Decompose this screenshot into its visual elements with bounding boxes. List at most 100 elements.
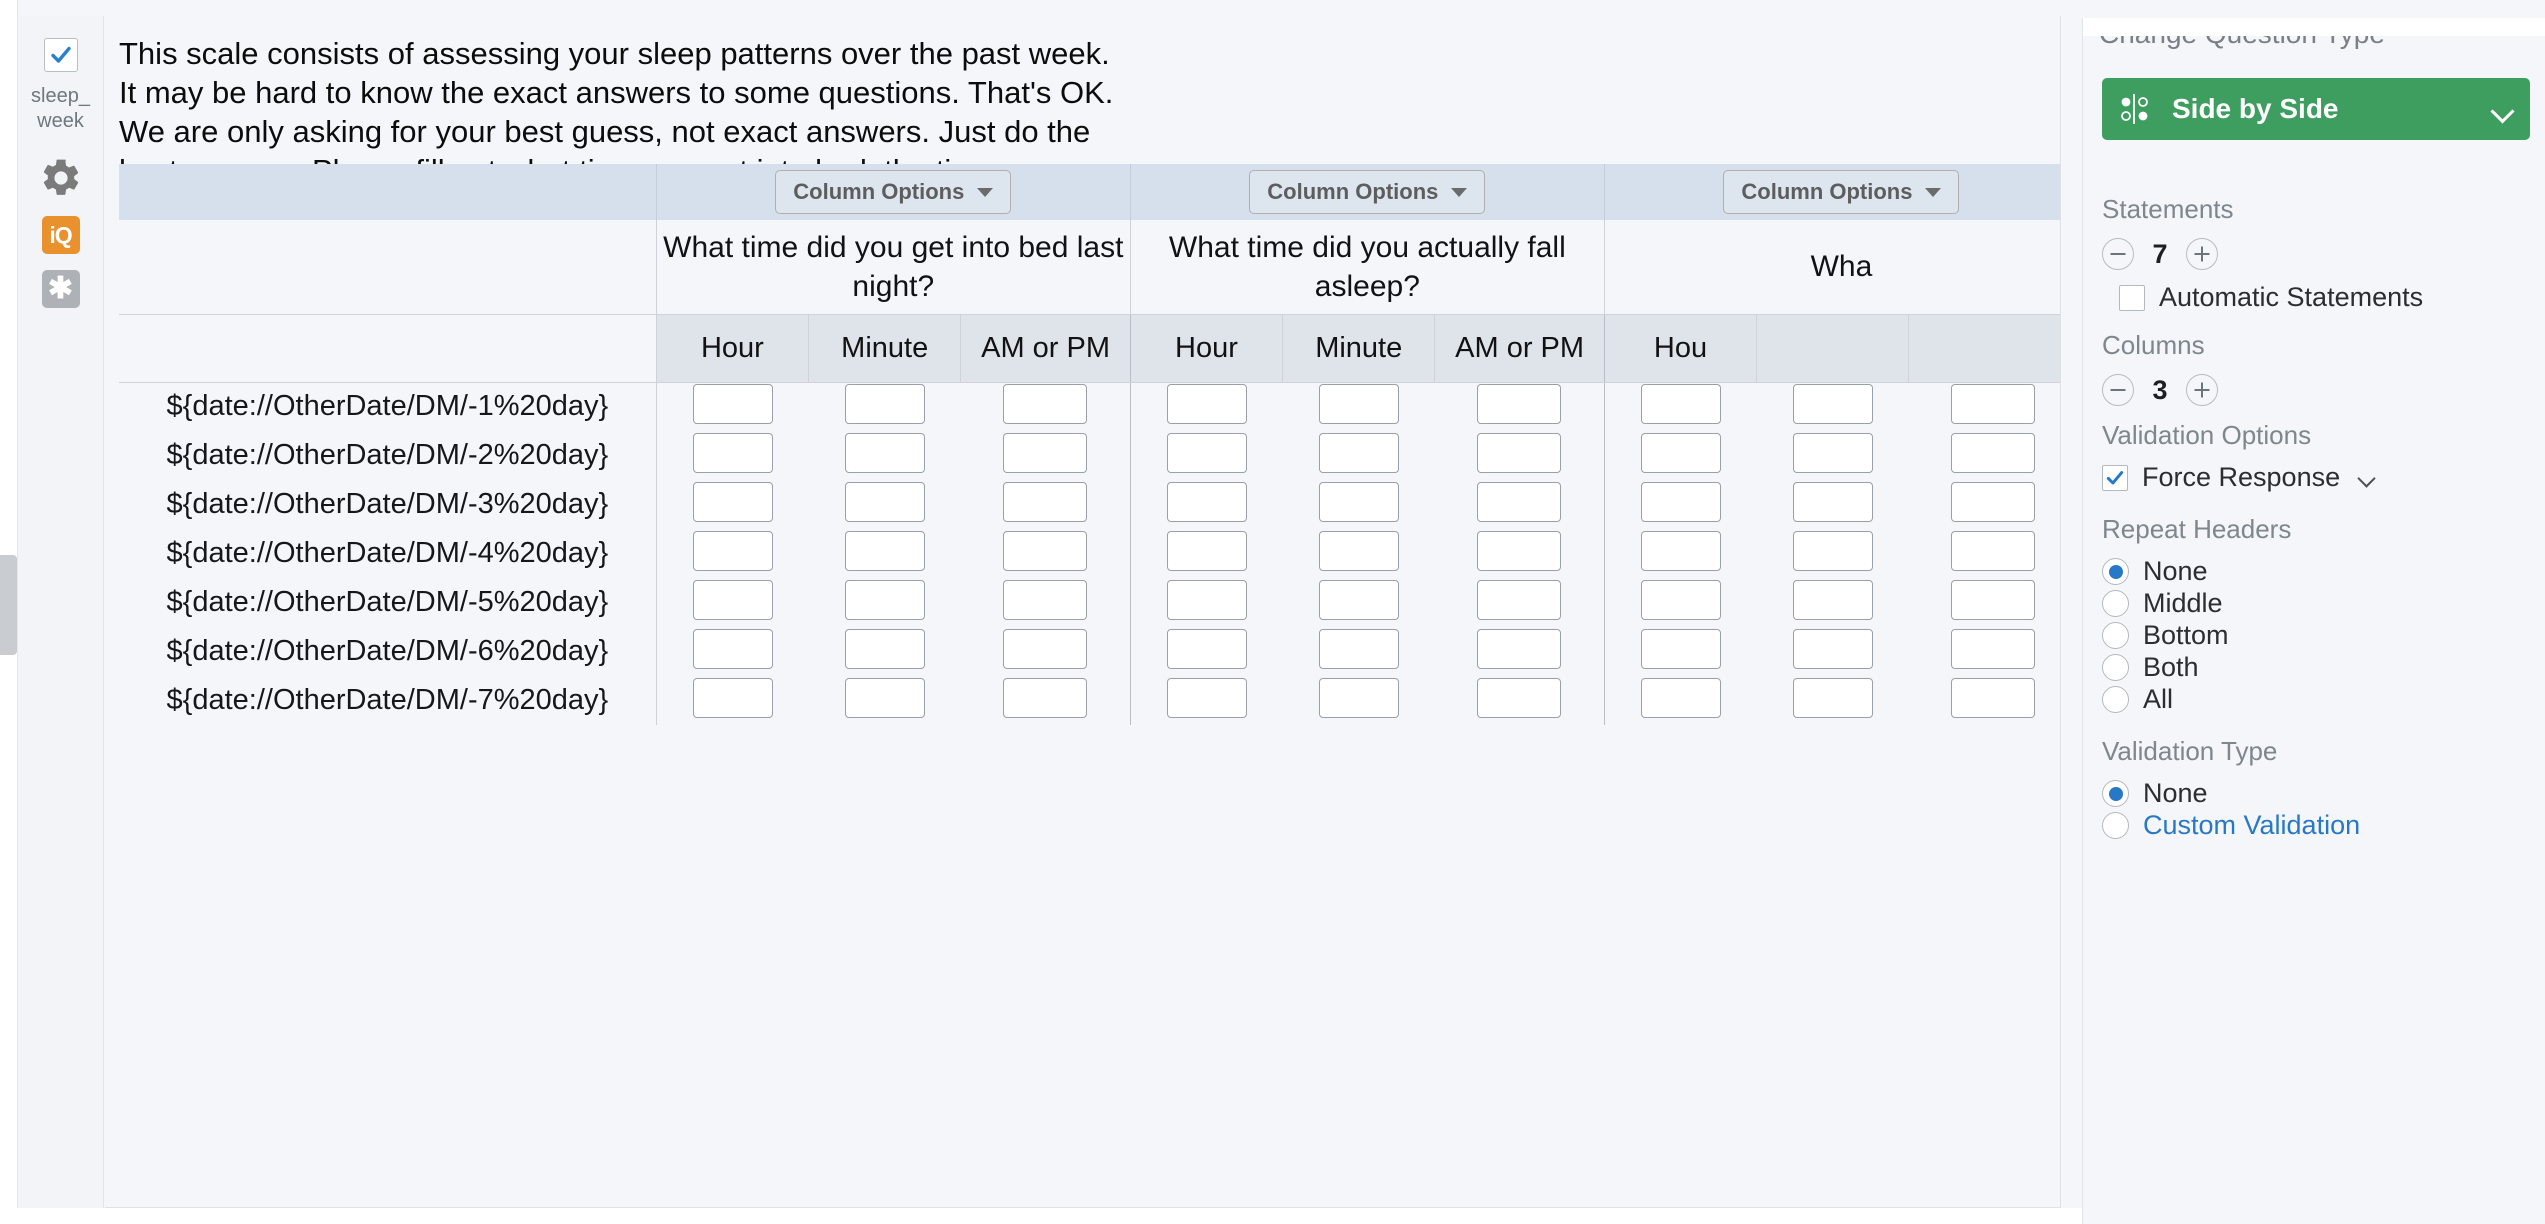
answer-input[interactable] [1951, 433, 2036, 473]
statement-label-2[interactable]: ${date://OtherDate/DM/-2%20day} [119, 431, 657, 480]
answer-input[interactable] [692, 531, 773, 571]
answer-input[interactable] [844, 384, 925, 425]
asterisk-badge-icon[interactable]: ✱ [41, 270, 80, 308]
answer-input[interactable] [1318, 482, 1399, 522]
validation-type-label-custom[interactable]: Custom Validation [2143, 810, 2360, 841]
gear-icon[interactable] [39, 156, 83, 200]
repeat-headers-radio-none[interactable] [2102, 558, 2129, 585]
automatic-statements-checkbox[interactable] [2119, 284, 2145, 311]
answer-input[interactable] [1318, 531, 1399, 571]
statements-decrement-button[interactable] [2102, 238, 2134, 270]
answer-input[interactable] [1951, 482, 2036, 522]
force-response-checkbox[interactable] [2102, 464, 2128, 491]
repeat-headers-option-bottom[interactable]: Bottom [2102, 620, 2229, 651]
answer-input[interactable] [1951, 580, 2036, 620]
validation-type-option-none[interactable]: None [2102, 778, 2208, 809]
answer-input[interactable] [1640, 531, 1721, 571]
answer-input[interactable] [1951, 531, 2036, 571]
panel-collapse-handle[interactable] [0, 555, 17, 655]
answer-input[interactable] [844, 482, 925, 522]
answer-input[interactable] [692, 678, 773, 718]
column-options-button-1[interactable]: Column Options [775, 170, 1012, 214]
subheader-1-minute[interactable]: Minute [808, 314, 962, 383]
answer-input[interactable] [844, 531, 925, 571]
answer-input[interactable] [1477, 433, 1562, 473]
automatic-statements-option[interactable]: Automatic Statements [2119, 282, 2423, 313]
answer-input[interactable] [1318, 629, 1399, 669]
statement-label-3[interactable]: ${date://OtherDate/DM/-3%20day} [119, 480, 657, 529]
answer-input[interactable] [1003, 580, 1088, 620]
statement-label-7[interactable]: ${date://OtherDate/DM/-7%20day} [119, 676, 657, 725]
answer-input[interactable] [1166, 580, 1247, 620]
answer-input[interactable] [692, 580, 773, 620]
validation-type-radio-none[interactable] [2102, 780, 2129, 807]
answer-input[interactable] [1166, 482, 1247, 522]
statements-increment-button[interactable] [2186, 238, 2218, 270]
answer-input[interactable] [1792, 531, 1873, 571]
subheader-3-minute[interactable] [1756, 314, 1910, 383]
answer-input[interactable] [1951, 384, 2036, 425]
answer-input[interactable] [1640, 482, 1721, 522]
repeat-headers-option-none[interactable]: None [2102, 556, 2208, 587]
answer-input[interactable] [1318, 678, 1399, 718]
repeat-headers-radio-middle[interactable] [2102, 590, 2129, 617]
answer-input[interactable] [1318, 433, 1399, 473]
column-question-1[interactable]: What time did you get into bed last nigh… [656, 220, 1131, 315]
answer-input[interactable] [1166, 629, 1247, 669]
answer-input[interactable] [844, 678, 925, 718]
answer-input[interactable] [1640, 384, 1721, 425]
repeat-headers-option-middle[interactable]: Middle [2102, 588, 2223, 619]
answer-input[interactable] [1477, 678, 1562, 718]
columns-increment-button[interactable] [2186, 374, 2218, 406]
answer-input[interactable] [1640, 678, 1721, 718]
validation-type-radio-custom[interactable] [2102, 812, 2129, 839]
column-options-button-3[interactable]: Column Options [1723, 170, 1960, 214]
answer-input[interactable] [1166, 678, 1247, 718]
answer-input[interactable] [692, 629, 773, 669]
subheader-1-hour[interactable]: Hour [656, 314, 810, 383]
repeat-headers-radio-both[interactable] [2102, 654, 2129, 681]
question-select-checkbox[interactable] [43, 38, 78, 72]
answer-input[interactable] [1792, 678, 1873, 718]
answer-input[interactable] [1003, 531, 1088, 571]
answer-input[interactable] [1951, 629, 2036, 669]
subheader-2-ampm[interactable]: AM or PM [1434, 314, 1605, 383]
answer-input[interactable] [1477, 531, 1562, 571]
repeat-headers-option-all[interactable]: All [2102, 684, 2173, 715]
column-question-2[interactable]: What time did you actually fall asleep? [1130, 220, 1605, 315]
answer-input[interactable] [692, 384, 773, 425]
answer-input[interactable] [1792, 433, 1873, 473]
answer-input[interactable] [1640, 580, 1721, 620]
column-question-3[interactable]: Wha [1604, 220, 2060, 315]
column-options-button-2[interactable]: Column Options [1249, 170, 1486, 214]
answer-input[interactable] [1640, 433, 1721, 473]
statement-label-1[interactable]: ${date://OtherDate/DM/-1%20day} [119, 382, 657, 431]
answer-input[interactable] [1477, 580, 1562, 620]
answer-input[interactable] [1166, 433, 1247, 473]
answer-input[interactable] [1477, 629, 1562, 669]
answer-input[interactable] [1003, 384, 1088, 425]
answer-input[interactable] [1003, 482, 1088, 522]
subheader-2-hour[interactable]: Hour [1130, 314, 1284, 383]
subheader-3-ampm[interactable] [1908, 314, 2060, 383]
answer-input[interactable] [1318, 384, 1399, 425]
answer-input[interactable] [692, 433, 773, 473]
repeat-headers-option-both[interactable]: Both [2102, 652, 2199, 683]
repeat-headers-radio-all[interactable] [2102, 686, 2129, 713]
answer-input[interactable] [1792, 629, 1873, 669]
answer-input[interactable] [1003, 433, 1088, 473]
statement-label-6[interactable]: ${date://OtherDate/DM/-6%20day} [119, 627, 657, 676]
force-response-option[interactable]: Force Response [2102, 462, 2378, 493]
validation-type-option-custom[interactable]: Custom Validation [2102, 810, 2360, 841]
answer-input[interactable] [1166, 384, 1247, 425]
answer-input[interactable] [1003, 678, 1088, 718]
repeat-headers-radio-bottom[interactable] [2102, 622, 2129, 649]
question-type-dropdown[interactable]: Side by Side [2102, 78, 2530, 140]
answer-input[interactable] [1792, 384, 1873, 425]
answer-input[interactable] [692, 482, 773, 522]
answer-input[interactable] [844, 580, 925, 620]
iq-score-badge-icon[interactable]: iQ [41, 216, 80, 254]
answer-input[interactable] [844, 629, 925, 669]
statement-label-5[interactable]: ${date://OtherDate/DM/-5%20day} [119, 578, 657, 627]
subheader-1-ampm[interactable]: AM or PM [960, 314, 1131, 383]
